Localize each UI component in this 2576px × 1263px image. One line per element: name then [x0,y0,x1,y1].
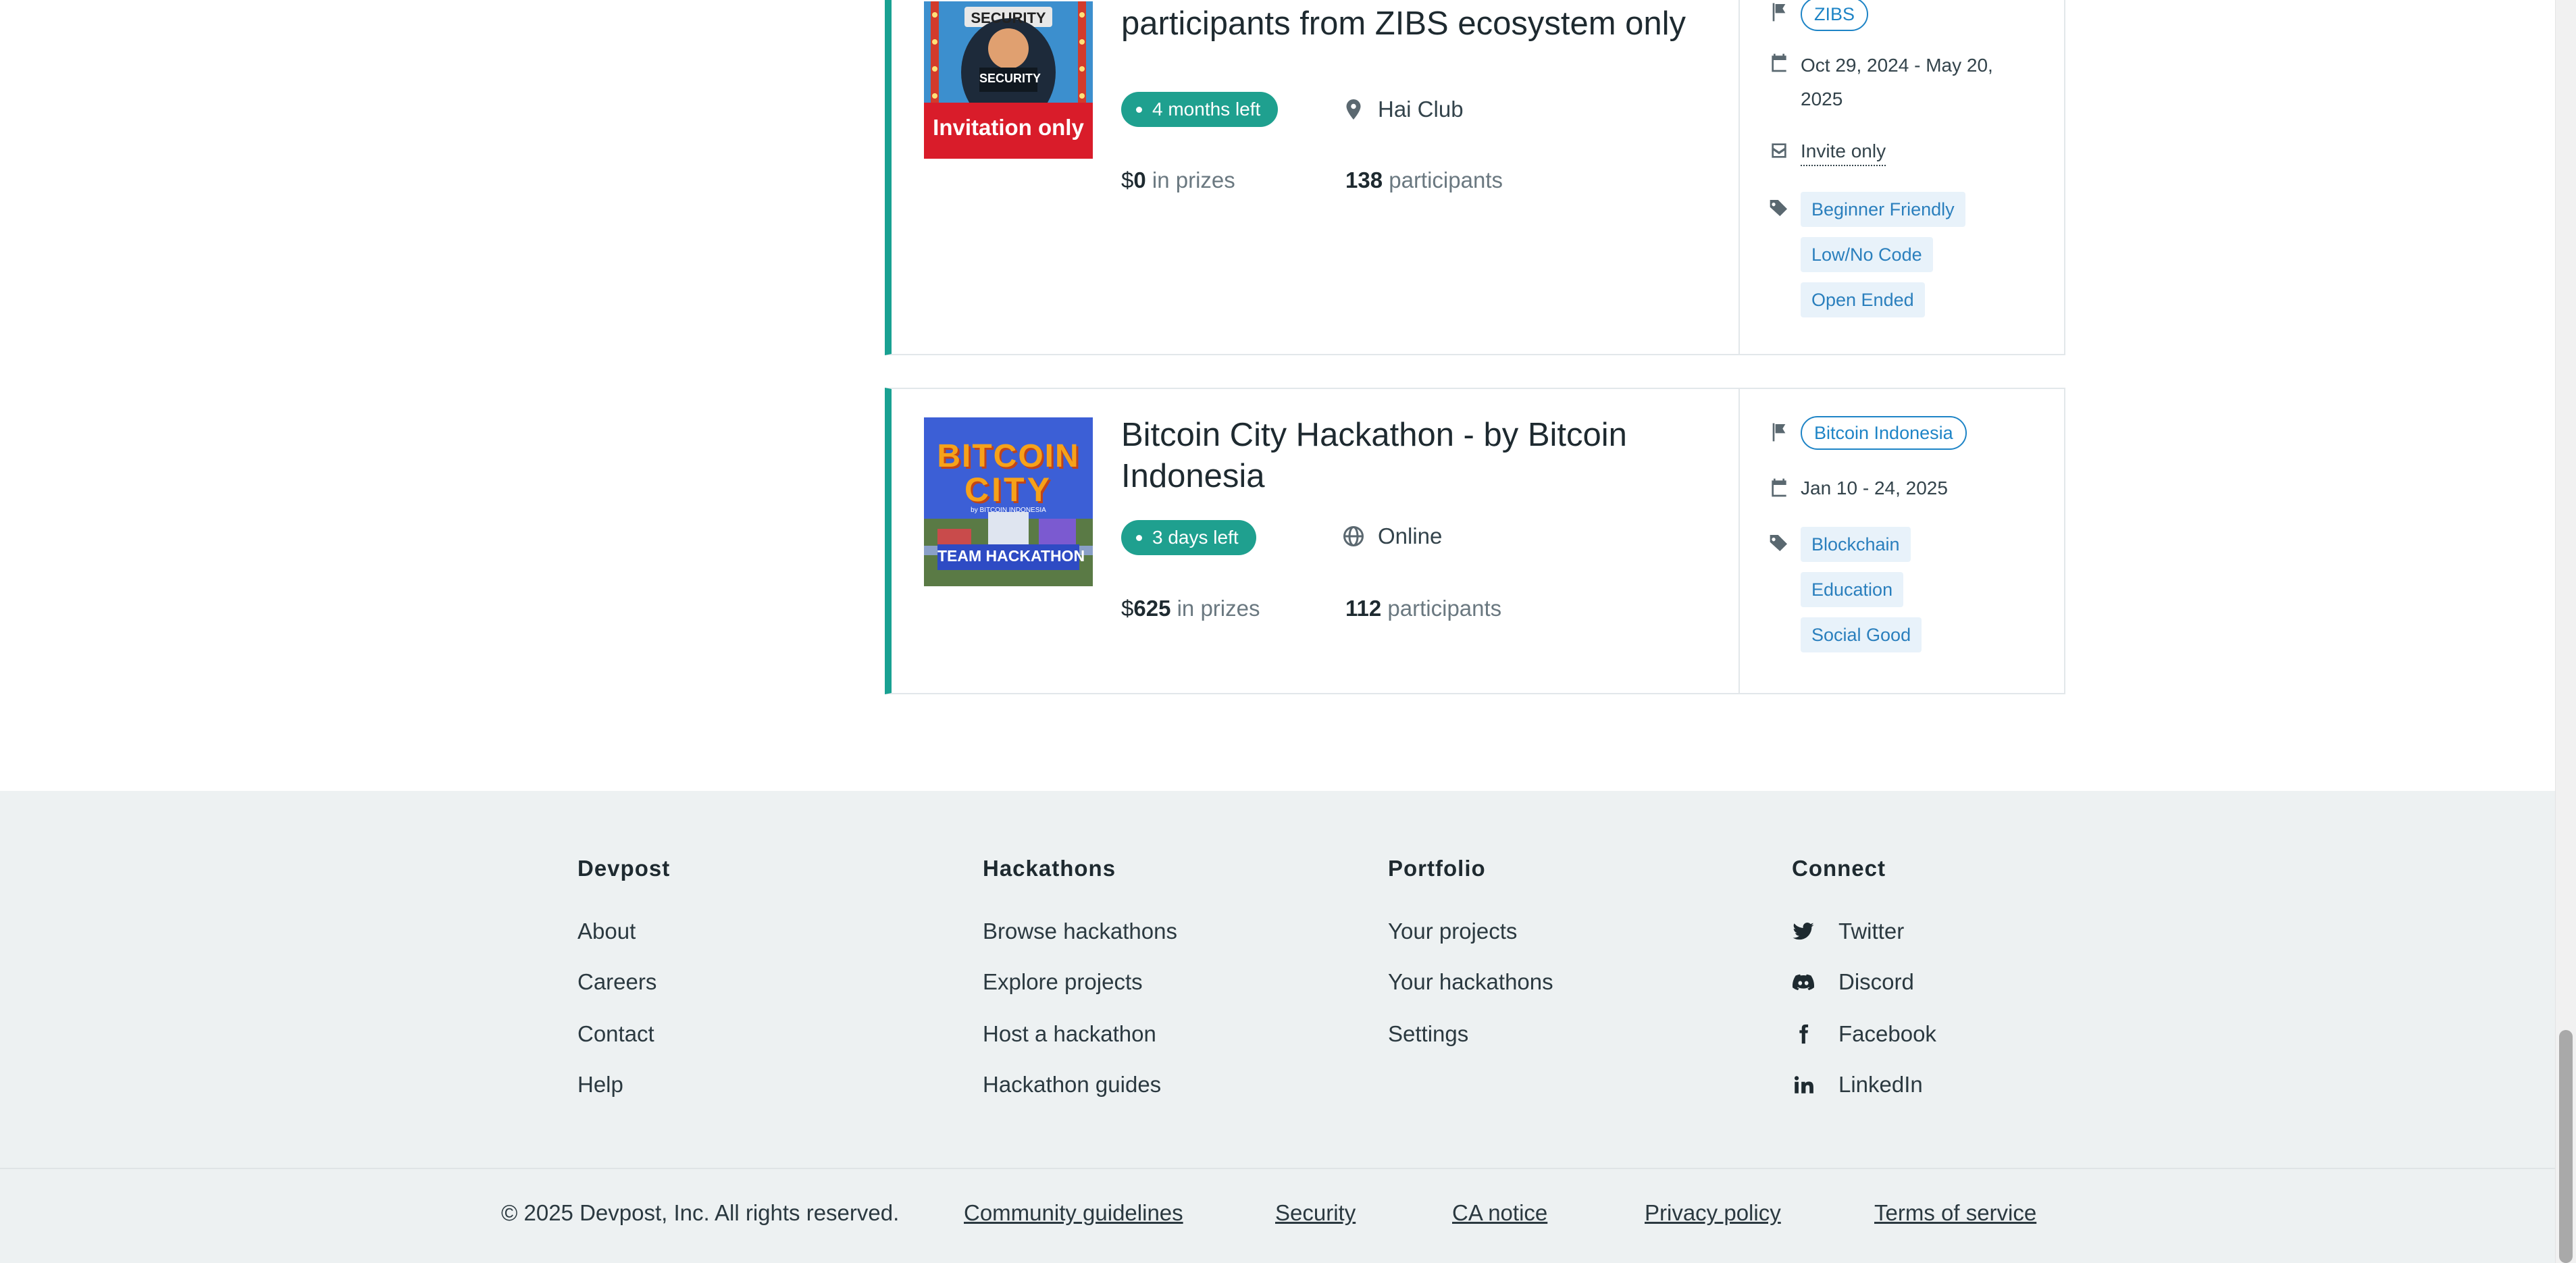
vertical-scrollbar[interactable] [2555,0,2576,1263]
time-left-badge: 3 days left [1121,520,1256,555]
legal-link-community-guidelines[interactable]: Community guidelines [964,1200,1183,1227]
prize-amount: $0 in prizes [1121,167,1235,194]
thumbnail-banner: TEAM HACKATHON [937,547,1085,565]
theme-tag[interactable]: Low/No Code [1801,237,1933,272]
tags-icon [1770,535,1787,551]
participants-count: 112 participants [1345,595,1501,622]
footer-link-settings[interactable]: Settings [1388,1021,1468,1048]
host-badge[interactable]: Bitcoin Indonesia [1801,416,1967,450]
globe-icon [1343,526,1364,546]
hackathon-sidebar: Bitcoin Indonesia Jan 10 - 24, 2025 Bloc… [1738,389,2064,693]
flag-icon [1772,423,1786,442]
thumbnail-banner: Invitation only [933,115,1084,140]
thumbnail-logo-line1: BITCOIN [937,438,1080,474]
footer-link-about[interactable]: About [577,918,636,945]
hackathon-title[interactable]: Startup Program - Invitation only, parti… [1121,0,1749,45]
legal-link-ca-notice[interactable]: CA notice [1452,1200,1547,1227]
prize-value: 0 [1133,167,1146,192]
site-footer: Devpost About Careers Contact Help Hacka… [0,791,2556,1263]
hackathon-dates: Oct 29, 2024 - May 20, 2025 [1801,55,1993,109]
footer-column-connect: Connect Twitter Discord Facebook LinkedI… [1792,855,1936,1097]
legal-link-privacy-policy[interactable]: Privacy policy [1645,1200,1781,1227]
footer-heading: Portfolio [1388,856,1486,881]
footer-link-browse-hackathons[interactable]: Browse hackathons [983,918,1177,945]
map-pin-icon [1346,99,1361,120]
hackathon-sidebar: ZIBS Oct 29, 2024 - May 20, 2025 Invite … [1738,0,2064,354]
prize-amount: $625 in prizes [1121,595,1260,622]
footer-link-your-hackathons[interactable]: Your hackathons [1388,969,1553,996]
theme-tag[interactable]: Education [1801,572,1904,607]
time-left-badge: 4 months left [1121,92,1279,127]
footer-link-help[interactable]: Help [577,1071,623,1098]
footer-column-portfolio: Portfolio Your projects Your hackathons … [1388,855,1553,1046]
theme-tag[interactable]: Social Good [1801,617,1922,652]
thumbnail-sign-top: SECURITY [971,9,1046,26]
footer-link-your-projects[interactable]: Your projects [1388,918,1517,945]
legal-link-security[interactable]: Security [1275,1200,1356,1227]
calendar-icon [1772,53,1786,72]
calendar-icon [1772,478,1786,497]
theme-tag[interactable]: Beginner Friendly [1801,192,1965,227]
theme-tag[interactable]: Blockchain [1801,527,1911,562]
participants-value: 138 [1345,167,1383,192]
footer-link-facebook[interactable]: Facebook [1838,1021,1936,1048]
thumbnail-subtitle: by BITCOIN INDONESIA [971,507,1046,514]
legal-link-terms-of-service[interactable]: Terms of service [1874,1200,2036,1227]
prize-value: 625 [1133,596,1171,621]
page: SECURITY SECURITY Invitation only Startu… [0,0,2556,1263]
hackathon-card[interactable]: SECURITY SECURITY Invitation only Startu… [885,0,2065,355]
invite-only-label[interactable]: Invite only [1801,138,1886,166]
footer-link-host-hackathon[interactable]: Host a hackathon [983,1021,1156,1048]
footer-divider [0,1168,2556,1169]
facebook-icon[interactable] [1792,1023,1815,1046]
footer-link-hackathon-guides[interactable]: Hackathon guides [983,1071,1161,1098]
footer-column-hackathons: Hackathons Browse hackathons Explore pro… [983,855,1177,1097]
prize-suffix: in prizes [1177,596,1260,621]
footer-column-devpost: Devpost About Careers Contact Help [577,855,671,1097]
participants-value: 112 [1345,596,1382,621]
footer-link-linkedin[interactable]: LinkedIn [1838,1071,1923,1098]
footer-link-careers[interactable]: Careers [577,969,656,996]
footer-link-contact[interactable]: Contact [577,1021,654,1048]
footer-link-discord[interactable]: Discord [1838,969,1914,996]
participants-count: 138 participants [1345,167,1503,194]
hackathon-location: Hai Club [1378,97,1464,122]
footer-heading: Devpost [577,856,671,881]
copyright-text: © 2025 Devpost, Inc. All rights reserved… [501,1200,900,1225]
linkedin-icon[interactable] [1792,1073,1815,1096]
host-badge[interactable]: ZIBS [1801,0,1869,31]
footer-heading: Hackathons [983,856,1116,881]
hackathon-dates: Jan 10 - 24, 2025 [1801,478,1948,498]
twitter-icon[interactable] [1792,920,1815,943]
footer-link-explore-projects[interactable]: Explore projects [983,969,1143,996]
prize-currency: $ [1121,167,1134,192]
footer-link-twitter[interactable]: Twitter [1838,918,1904,945]
scrollbar-thumb[interactable] [2559,1030,2573,1263]
hackathon-title[interactable]: Bitcoin City Hackathon - by Bitcoin Indo… [1121,415,1749,497]
hackathon-card[interactable]: BITCOIN CITY by BITCOIN INDONESIA TEAM H… [885,388,2065,694]
discord-icon[interactable] [1792,971,1815,994]
envelope-icon [1772,143,1786,158]
flag-icon [1772,3,1786,22]
thumbnail-sign: SECURITY [979,72,1041,85]
participants-label: participants [1387,596,1502,621]
hackathon-thumbnail[interactable]: BITCOIN CITY by BITCOIN INDONESIA TEAM H… [924,417,1093,586]
prize-suffix: in prizes [1152,167,1235,192]
footer-heading: Connect [1792,856,1886,881]
tags-icon [1770,200,1787,216]
hackathon-thumbnail[interactable]: SECURITY SECURITY Invitation only [924,1,1093,159]
thumbnail-logo-line2: CITY [964,471,1052,509]
theme-tag[interactable]: Open Ended [1801,282,1925,317]
participants-label: participants [1389,167,1503,192]
prize-currency: $ [1121,596,1134,621]
hackathon-location: Online [1378,523,1443,548]
